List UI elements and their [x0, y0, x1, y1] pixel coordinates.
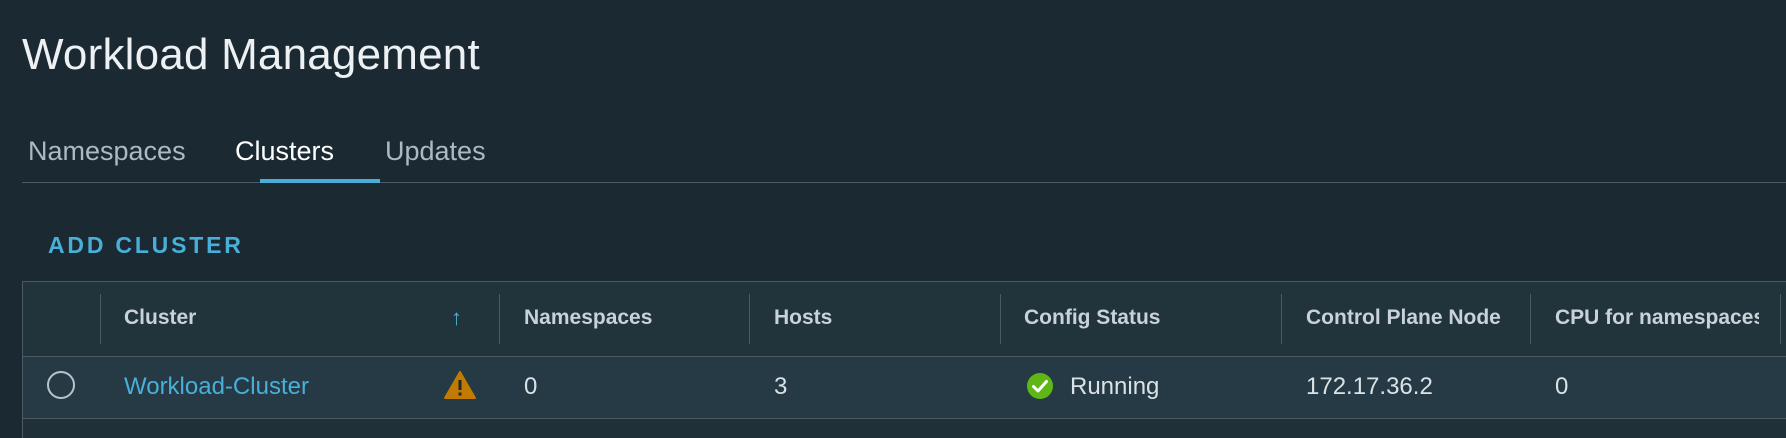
column-header-hosts[interactable]: Hosts — [774, 306, 994, 330]
column-header-cluster[interactable]: Cluster — [124, 306, 414, 330]
clusters-datagrid: Cluster ↑ Namespaces Hosts Config Status… — [22, 281, 1786, 438]
active-tab-indicator — [260, 179, 380, 183]
warning-icon[interactable] — [443, 370, 477, 400]
namespaces-count: 0 — [524, 373, 538, 400]
cpu-for-namespaces-value: 0 — [1555, 373, 1569, 400]
datagrid-header: Cluster ↑ Namespaces Hosts Config Status… — [23, 282, 1786, 357]
workload-management-page: Workload Management Namespaces Clusters … — [0, 0, 1786, 438]
control-plane-node-ip: 172.17.36.2 — [1306, 373, 1433, 400]
datagrid-footer-area — [23, 419, 1786, 438]
add-cluster-button[interactable]: ADD CLUSTER — [48, 232, 244, 259]
table-row[interactable]: Workload-Cluster 0 3 Running 172.17.36.2… — [23, 357, 1786, 419]
cluster-name-link[interactable]: Workload-Cluster — [124, 373, 309, 401]
column-header-cpu-for-namespaces[interactable]: CPU for namespaces — [1555, 306, 1759, 330]
column-header-namespaces[interactable]: Namespaces — [524, 306, 744, 330]
column-separator[interactable] — [100, 294, 101, 344]
column-separator[interactable] — [1281, 294, 1282, 344]
hosts-count: 3 — [774, 373, 788, 400]
column-header-control-plane-node[interactable]: Control Plane Node — [1306, 306, 1512, 330]
config-status-text: Running — [1070, 373, 1160, 400]
column-separator[interactable] — [1000, 294, 1001, 344]
check-circle-icon — [1027, 373, 1053, 399]
tab-updates[interactable]: Updates — [385, 136, 486, 167]
tab-bar: Namespaces Clusters Updates — [22, 128, 1786, 183]
row-select-radio[interactable] — [47, 371, 75, 399]
page-title: Workload Management — [22, 30, 480, 79]
column-separator[interactable] — [499, 294, 500, 344]
column-separator[interactable] — [1780, 294, 1781, 344]
column-separator[interactable] — [749, 294, 750, 344]
tab-clusters[interactable]: Clusters — [235, 136, 334, 167]
sort-ascending-icon[interactable]: ↑ — [451, 305, 462, 331]
column-separator[interactable] — [1530, 294, 1531, 344]
column-header-config-status[interactable]: Config Status — [1024, 306, 1274, 330]
tab-namespaces[interactable]: Namespaces — [28, 136, 186, 167]
